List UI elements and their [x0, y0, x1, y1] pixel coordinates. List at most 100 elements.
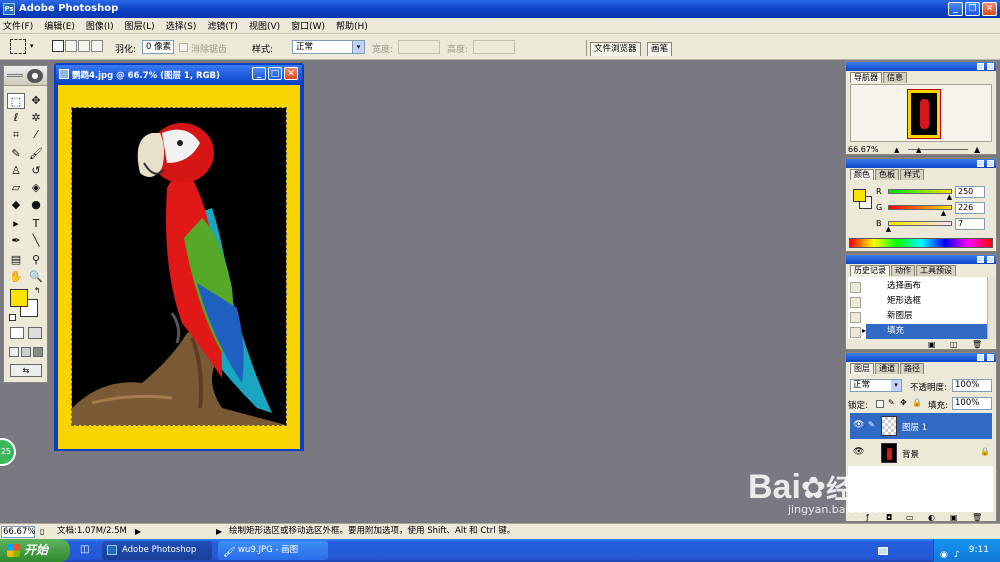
notes-tool-icon[interactable]: ▤	[7, 252, 25, 268]
new-snapshot-icon[interactable]: ◫	[950, 340, 958, 349]
tab-tool-presets[interactable]: 工具预设	[916, 265, 956, 276]
history-scrollbar[interactable]	[987, 277, 996, 339]
blend-mode-select[interactable]: 正常 ▾	[850, 379, 902, 392]
move-tool-icon[interactable]: ✥	[27, 93, 45, 109]
foreground-color-swatch[interactable]	[10, 289, 28, 307]
menu-filter[interactable]: 滤镜(T)	[207, 19, 238, 32]
menu-select[interactable]: 选择(S)	[166, 19, 197, 32]
zoom-slider-thumb-icon[interactable]: ▲	[916, 146, 921, 154]
layer-row-background[interactable]: 👁 背景 🔒	[850, 440, 992, 466]
eyedropper-tool-icon[interactable]: ⚲	[27, 252, 45, 268]
doc-minimize-button[interactable]: _	[252, 67, 266, 80]
chevron-down-icon[interactable]: ▾	[352, 41, 364, 53]
eye-icon[interactable]: 👁	[853, 420, 864, 430]
tab-swatches[interactable]: 色板	[875, 169, 899, 180]
menu-image[interactable]: 图像(I)	[86, 19, 114, 32]
crop-tool-icon[interactable]: ⌗	[7, 127, 25, 143]
history-snapshot-checkbox[interactable]	[850, 297, 861, 308]
minimize-button[interactable]: _	[948, 2, 963, 16]
language-bar-icon[interactable]	[878, 547, 888, 555]
rect-marquee-tool-icon[interactable]: ⬚	[7, 93, 25, 109]
history-item[interactable]: 新图层	[866, 309, 992, 324]
tab-file-browser[interactable]: 文件浏览器	[590, 42, 641, 56]
task-photoshop[interactable]: Adobe Photoshop	[102, 541, 212, 560]
tab-styles[interactable]: 样式	[900, 169, 924, 180]
r-value-input[interactable]: 250	[955, 186, 985, 198]
parrot-image[interactable]	[71, 107, 287, 426]
panel-minimize-button[interactable]	[977, 63, 984, 70]
zoom-out-icon[interactable]: ▲	[894, 146, 899, 154]
toolbox-grip-icon[interactable]	[7, 74, 23, 77]
full-screen-menu-mode-icon[interactable]	[21, 347, 31, 357]
subtract-selection-button[interactable]	[78, 40, 90, 52]
standard-mode-icon[interactable]	[10, 327, 24, 339]
history-snapshot-checkbox[interactable]	[850, 282, 861, 293]
new-document-from-state-icon[interactable]: ▣	[928, 340, 936, 349]
history-item[interactable]: 矩形选框	[866, 294, 992, 309]
style-select[interactable]: 正常 ▾	[292, 40, 365, 54]
line-tool-icon[interactable]: ╲	[27, 233, 45, 249]
type-tool-icon[interactable]: T	[27, 216, 45, 232]
eraser-tool-icon[interactable]: ▱	[7, 180, 25, 196]
document-title-bar[interactable]: 鹦鹉4.jpg @ 66.7% (图层 1, RGB) _ □ ✕	[56, 65, 302, 83]
history-item[interactable]: 选择画布	[866, 279, 992, 294]
intersect-selection-button[interactable]	[91, 40, 103, 52]
tab-brushes[interactable]: 画笔	[647, 42, 673, 56]
fill-input[interactable]: 100%	[952, 397, 992, 410]
b-value-input[interactable]: 7	[955, 218, 985, 230]
b-slider[interactable]	[888, 221, 952, 226]
tab-paths[interactable]: 路径	[900, 363, 924, 374]
lasso-tool-icon[interactable]: ℓ	[7, 110, 25, 126]
r-slider-thumb-icon[interactable]: ▲	[947, 193, 952, 201]
clock[interactable]: 9:11	[969, 545, 989, 555]
jump-to-imageready-icon[interactable]: ⇆	[10, 364, 42, 377]
lock-pixels-icon[interactable]: ✎	[888, 398, 895, 407]
path-selection-tool-icon[interactable]: ▸	[7, 216, 25, 232]
slice-tool-icon[interactable]: ⁄	[27, 127, 45, 143]
chevron-down-icon[interactable]: ▾	[30, 42, 34, 50]
doc-close-button[interactable]: ✕	[284, 67, 298, 80]
tab-actions[interactable]: 动作	[891, 265, 915, 276]
panel-close-button[interactable]	[987, 160, 994, 167]
g-value-input[interactable]: 226	[955, 202, 985, 214]
delete-history-icon[interactable]: 🗑	[972, 340, 982, 349]
layer-row-layer1[interactable]: 👁 ✎ 图层 1	[850, 413, 992, 439]
panel-minimize-button[interactable]	[977, 256, 984, 263]
tab-channels[interactable]: 通道	[875, 363, 899, 374]
history-snapshot-checkbox[interactable]	[850, 327, 861, 338]
clone-stamp-tool-icon[interactable]: ♙	[7, 163, 25, 179]
height-input[interactable]	[473, 40, 515, 54]
menu-layer[interactable]: 图层(L)	[125, 19, 155, 32]
dodge-tool-icon[interactable]: ●	[27, 197, 45, 213]
adobe-online-icon[interactable]: ●	[27, 69, 43, 83]
full-screen-mode-icon[interactable]	[33, 347, 43, 357]
side-floating-badge[interactable]: 25	[0, 438, 16, 466]
navigator-zoom-value[interactable]: 66.67%	[848, 145, 879, 154]
panel-close-button[interactable]	[987, 354, 994, 361]
g-slider-thumb-icon[interactable]: ▲	[941, 209, 946, 217]
tab-history[interactable]: 历史记录	[850, 265, 890, 276]
panel-close-button[interactable]	[987, 63, 994, 70]
status-zoom-input[interactable]: 66.67%	[1, 526, 35, 538]
volume-icon[interactable]: ♪	[954, 544, 960, 562]
history-snapshot-checkbox[interactable]	[850, 312, 861, 323]
menu-window[interactable]: 窗口(W)	[291, 19, 325, 32]
canvas[interactable]	[58, 85, 300, 449]
width-input[interactable]	[398, 40, 440, 54]
brush-link-icon[interactable]: ✎	[868, 420, 875, 429]
antialias-checkbox[interactable]	[179, 43, 188, 52]
panel-close-button[interactable]	[987, 256, 994, 263]
healing-brush-tool-icon[interactable]: ✎	[7, 146, 25, 162]
color-spectrum-bar[interactable]	[849, 238, 993, 248]
opacity-input[interactable]: 100%	[952, 379, 992, 392]
status-menu-arrow-icon[interactable]: ▶	[135, 526, 141, 538]
new-layer-icon[interactable]: ▣	[950, 513, 958, 522]
navigator-thumbnail[interactable]	[907, 89, 941, 139]
tab-info[interactable]: 信息	[883, 72, 907, 83]
swap-colors-icon[interactable]: ↰	[34, 286, 41, 295]
b-slider-thumb-icon[interactable]: ▲	[886, 225, 891, 233]
feather-input[interactable]: 0 像素	[142, 40, 174, 54]
menu-edit[interactable]: 编辑(E)	[44, 19, 75, 32]
menu-view[interactable]: 视图(V)	[249, 19, 280, 32]
menu-help[interactable]: 帮助(H)	[336, 19, 368, 32]
